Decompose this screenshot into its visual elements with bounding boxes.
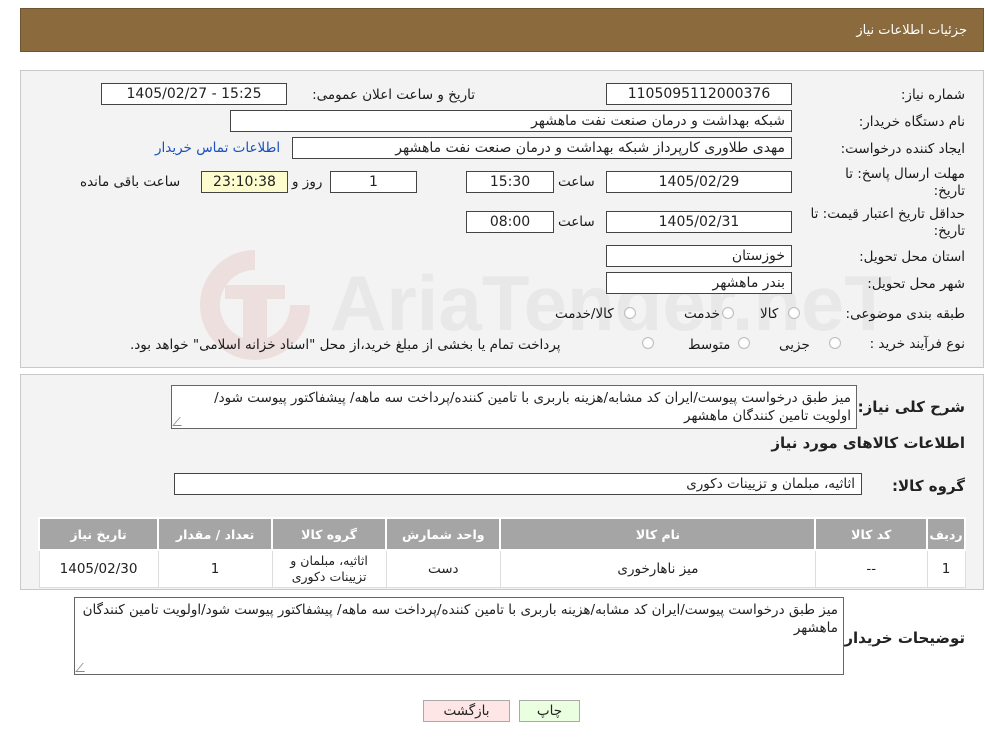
table-row: 1 -- میز ناهارخوری دست اثاثیه، مبلمان و …: [38, 549, 966, 588]
process-label: نوع فرآیند خرید :: [869, 336, 965, 352]
validity-date-field: 1405/02/31: [606, 211, 792, 233]
process-note: پرداخت تمام یا بخشی از مبلغ خرید،از محل …: [130, 337, 561, 353]
buyer-label: نام دستگاه خریدار:: [858, 114, 965, 130]
process-radio-treasury[interactable]: [642, 337, 654, 349]
need-number-field: 1105095112000376: [606, 83, 792, 105]
header-unit: واحد شمارش: [385, 517, 502, 551]
category-option-goods: کالا: [760, 306, 779, 322]
cell-goods-name: میز ناهارخوری: [499, 549, 816, 588]
header-row-number: ردیف: [926, 517, 966, 551]
goods-group-field: اثاثیه، مبلمان و تزیینات دکوری: [174, 473, 862, 495]
items-table-wrapper: ردیف کد کالا نام کالا واحد شمارش گروه کا…: [37, 517, 966, 588]
header-need-date: تاریخ نیاز: [37, 517, 160, 551]
remaining-time-field: 23:10:38: [201, 171, 288, 193]
header-goods-group: گروه کالا: [271, 517, 388, 551]
buyer-notes-label: توضیحات خریدار:: [838, 629, 965, 647]
header-goods-name: نام کالا: [499, 517, 817, 551]
validity-label-line1: حداقل تاریخ اعتبار قیمت: تا: [810, 206, 965, 222]
buyer-notes-textarea[interactable]: میز طبق درخواست پیوست/ایران کد مشابه/هزی…: [74, 597, 844, 675]
items-table: ردیف کد کالا نام کالا واحد شمارش گروه کا…: [37, 517, 966, 588]
print-button[interactable]: چاپ: [519, 700, 580, 722]
province-label: استان محل تحویل:: [859, 249, 965, 265]
validity-label-line2: تاریخ:: [933, 223, 965, 239]
category-radio-service[interactable]: [722, 307, 734, 319]
page-header: جزئیات اطلاعات نیاز: [20, 8, 984, 52]
cell-unit: دست: [385, 549, 501, 588]
validity-time-field: 08:00: [466, 211, 554, 233]
deadline-days-field: 1: [330, 171, 417, 193]
deadline-label-line2: تاریخ:: [933, 183, 965, 199]
cell-need-date: 1405/02/30: [38, 549, 159, 588]
deadline-days-label: روز و: [292, 174, 323, 190]
header-quantity: تعداد / مقدار: [157, 517, 274, 551]
city-field: بندر ماهشهر: [606, 272, 792, 294]
header-goods-code: کد کالا: [814, 517, 929, 551]
deadline-time-field: 15:30: [466, 171, 554, 193]
need-number-label: شماره نیاز:: [900, 87, 965, 103]
summary-textarea[interactable]: میز طبق درخواست پیوست/ایران کد مشابه/هزی…: [171, 385, 857, 429]
goods-info-title: اطلاعات کالاهای مورد نیاز: [771, 434, 965, 452]
requester-label: ایجاد کننده درخواست:: [840, 141, 965, 157]
deadline-label-line1: مهلت ارسال پاسخ: تا: [845, 166, 965, 182]
province-field: خوزستان: [606, 245, 792, 267]
process-radio-medium[interactable]: [738, 337, 750, 349]
announce-field: 1405/02/27 - 15:25: [101, 83, 287, 105]
process-option-minor: جزیی: [779, 337, 810, 353]
deadline-date-field: 1405/02/29: [606, 171, 792, 193]
deadline-time-label: ساعت: [558, 174, 595, 190]
city-label: شهر محل تحویل:: [867, 276, 965, 292]
category-radio-goods-service[interactable]: [624, 307, 636, 319]
back-button[interactable]: بازگشت: [423, 700, 510, 722]
category-label: طبقه بندی موضوعی:: [845, 306, 965, 322]
buyer-contact-link[interactable]: اطلاعات تماس خریدار: [155, 140, 280, 156]
buyer-field: شبکه بهداشت و درمان صنعت نفت ماهشهر: [230, 110, 792, 132]
items-table-header-row: ردیف کد کالا نام کالا واحد شمارش گروه کا…: [37, 517, 966, 551]
cell-quantity: 1: [157, 549, 273, 588]
cell-row-number: 1: [926, 549, 966, 588]
page-title: جزئیات اطلاعات نیاز: [856, 23, 967, 38]
process-radio-minor[interactable]: [829, 337, 841, 349]
category-option-goods-service: کالا/خدمت: [555, 306, 614, 322]
cell-goods-code: --: [814, 549, 928, 588]
process-option-medium: متوسط: [688, 337, 731, 353]
category-option-service: خدمت: [684, 306, 720, 322]
requester-field: مهدی طلاوری کارپرداز شبکه بهداشت و درمان…: [292, 137, 792, 159]
summary-label: شرح کلی نیاز:: [857, 398, 965, 416]
remaining-time-label: ساعت باقی مانده: [80, 174, 181, 190]
category-radio-goods[interactable]: [788, 307, 800, 319]
validity-time-label: ساعت: [558, 214, 595, 230]
announce-label: تاریخ و ساعت اعلان عمومی:: [312, 87, 475, 103]
goods-group-label: گروه کالا:: [892, 477, 965, 495]
cell-goods-group: اثاثیه، مبلمان و تزیینات دکوری: [271, 549, 387, 588]
